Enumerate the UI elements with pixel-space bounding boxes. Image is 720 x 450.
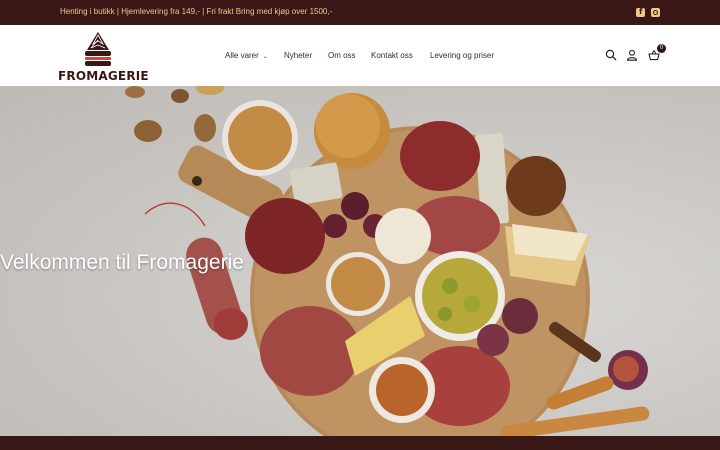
announcement-text: Henting i butikk | Hjemlevering fra 149,… [60, 7, 333, 16]
section-divider-bar [0, 436, 720, 450]
cheese-logo-icon [85, 32, 111, 66]
nav-item-levering-og-priser[interactable]: Levering og priser [430, 51, 494, 60]
hero-title: Velkommen til Fromagerie [0, 251, 244, 274]
hero-banner: Velkommen til Fromagerie [0, 86, 720, 436]
user-icon[interactable] [626, 49, 638, 61]
search-icon[interactable] [605, 49, 617, 61]
logo-wordmark: FROMAGERIE [58, 69, 149, 83]
nav-item-kontakt-oss[interactable]: Kontakt oss [371, 51, 413, 60]
instagram-icon[interactable] [651, 8, 660, 17]
nav-item-alle-varer[interactable]: Alle varer ⌄ [225, 51, 268, 60]
site-header: FROMAGERIE Alle varer ⌄ Nyheter Om oss Ko… [0, 25, 720, 86]
chevron-down-icon: ⌄ [262, 54, 268, 60]
site-logo[interactable]: FROMAGERIE [58, 31, 149, 83]
announcement-bar: Henting i butikk | Hjemlevering fra 149,… [0, 0, 720, 25]
nav-label: Alle varer [225, 51, 259, 60]
nav-item-nyheter[interactable]: Nyheter [284, 51, 312, 60]
cart-count-badge: 0 [657, 44, 666, 53]
facebook-icon[interactable] [636, 7, 645, 17]
nav-item-om-oss[interactable]: Om oss [328, 51, 356, 60]
